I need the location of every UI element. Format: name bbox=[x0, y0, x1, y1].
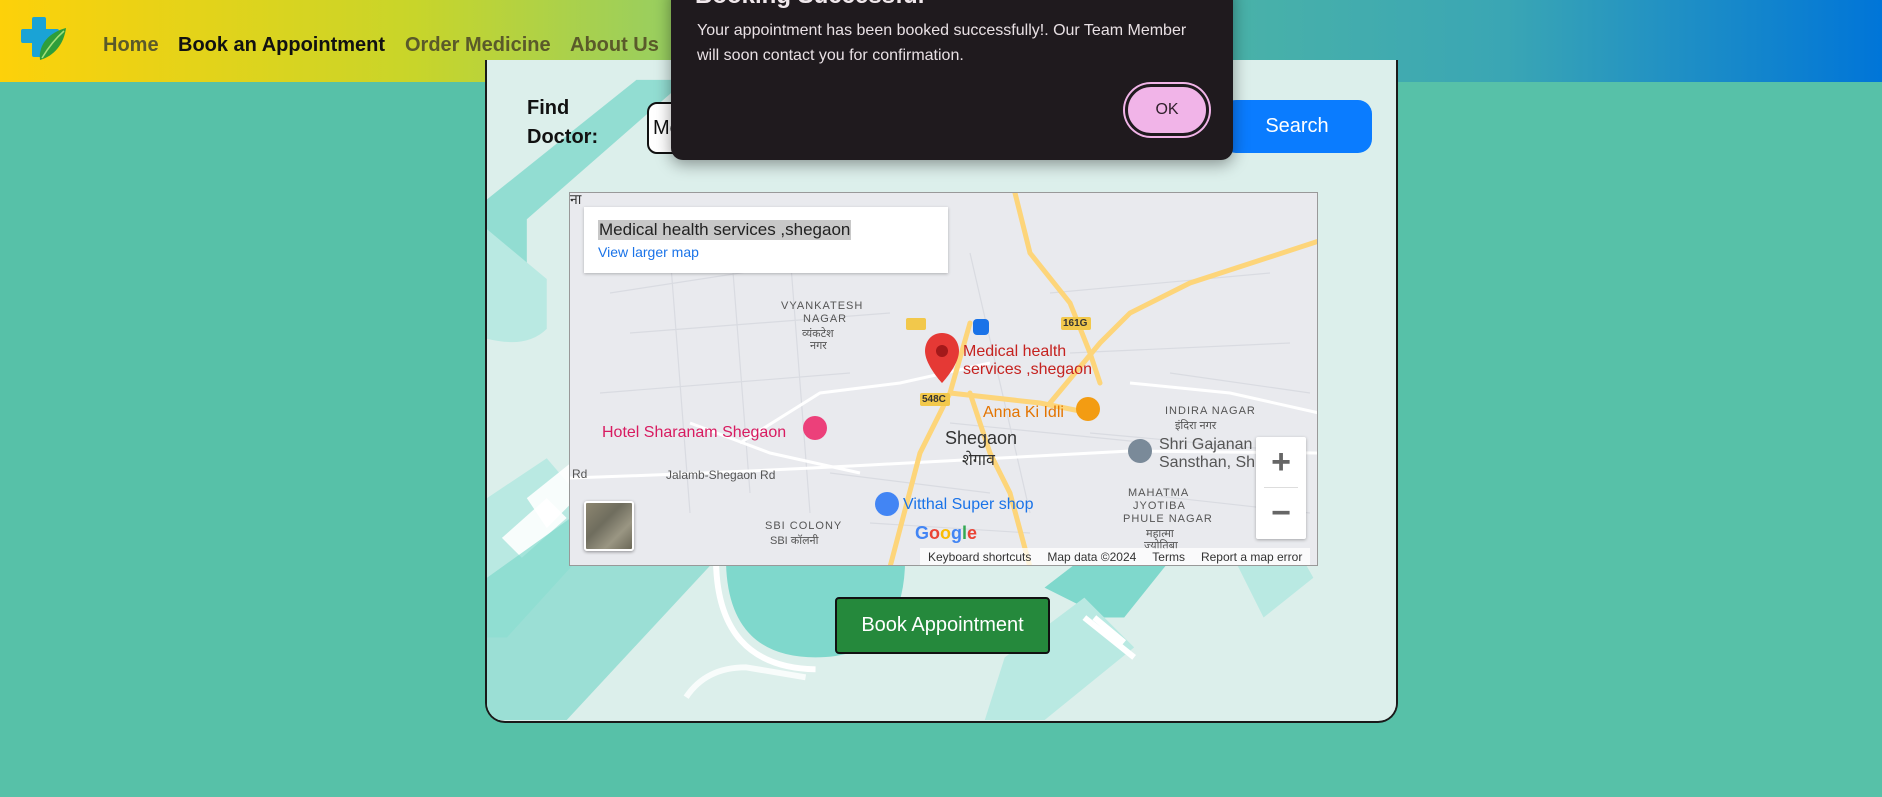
map-marker-label[interactable]: Medical health bbox=[963, 343, 1066, 361]
map-label-na: ना bbox=[570, 192, 582, 207]
book-appointment-button[interactable]: Book Appointment bbox=[835, 597, 1050, 654]
map-footer: Keyboard shortcuts Map data ©2024 Terms … bbox=[920, 548, 1311, 565]
map-label-sansthan[interactable]: Sansthan, Sh bbox=[1159, 454, 1255, 472]
map-label-road: Jalamb-Shegaon Rd bbox=[666, 468, 776, 482]
zoom-in-icon[interactable]: + bbox=[1256, 437, 1306, 488]
map-label-anna[interactable]: Anna Ki Idli bbox=[983, 404, 1064, 422]
map-label-shegaon-dev: शेगाव bbox=[962, 452, 995, 469]
map-marker-label-2[interactable]: services ,shegaon bbox=[963, 361, 1092, 379]
dialog-ok-button[interactable]: OK bbox=[1125, 84, 1209, 136]
terms-link[interactable]: Terms bbox=[1152, 550, 1185, 564]
map-label-548c: 548C bbox=[922, 394, 946, 405]
map-zoom-controls: + − bbox=[1256, 437, 1306, 539]
map-label-sbi-dev: SBI कॉलनी bbox=[770, 535, 819, 547]
map-label-hotel[interactable]: Hotel Sharanam Shegaon bbox=[602, 424, 786, 442]
map-label-shegaon: Shegaon bbox=[945, 428, 1018, 448]
medical-cross-logo-icon[interactable] bbox=[18, 14, 68, 64]
booking-success-dialog: Booking Successful Your appointment has … bbox=[671, 0, 1233, 160]
map-label-mahatma: MAHATMA bbox=[1128, 487, 1190, 499]
map-label-rd: Rd bbox=[572, 467, 588, 481]
search-button[interactable]: Search bbox=[1222, 100, 1372, 153]
map-place-card: Medical health services ,shegaon View la… bbox=[584, 207, 948, 273]
zoom-out-icon[interactable]: − bbox=[1256, 488, 1306, 539]
keyboard-shortcuts-link[interactable]: Keyboard shortcuts bbox=[928, 550, 1031, 564]
nav-home-link[interactable]: Home bbox=[103, 34, 159, 57]
nav-book-appointment-link[interactable]: Book an Appointment bbox=[178, 34, 385, 57]
map-label-161g: 161G bbox=[1063, 318, 1088, 329]
dialog-message: Your appointment has been booked success… bbox=[697, 22, 1187, 64]
map-label-gajanan[interactable]: Shri Gajanan bbox=[1159, 436, 1252, 454]
map-place-title: Medical health services ,shegaon bbox=[598, 220, 852, 240]
google-map-embed[interactable]: VYANKATESH NAGAR व्यंकटेश नगर Medical he… bbox=[569, 192, 1318, 566]
find-doctor-label: Find Doctor: bbox=[527, 97, 599, 148]
map-label-jyotiba: JYOTIBA bbox=[1133, 500, 1186, 512]
map-label-indira: INDIRA NAGAR bbox=[1165, 405, 1256, 417]
map-label-vitthal[interactable]: Vitthal Super shop bbox=[903, 496, 1033, 514]
dialog-title: Booking Successful bbox=[695, 0, 924, 10]
map-label-indira-dev: इंदिरा नगर bbox=[1175, 420, 1217, 432]
nav-about-us-link[interactable]: About Us bbox=[570, 34, 659, 57]
map-label-phule: PHULE NAGAR bbox=[1123, 513, 1213, 525]
map-label-nagar: NAGAR bbox=[803, 313, 848, 325]
zoom-divider bbox=[1264, 487, 1298, 488]
nav-order-medicine-link[interactable]: Order Medicine bbox=[405, 34, 551, 57]
map-label-sbi: SBI COLONY bbox=[765, 520, 843, 532]
satellite-toggle-button[interactable] bbox=[584, 501, 634, 551]
report-map-error-link[interactable]: Report a map error bbox=[1201, 550, 1302, 564]
google-logo: Google bbox=[915, 523, 978, 543]
map-label-nagar-dev: नगर bbox=[810, 340, 827, 352]
view-larger-map-link[interactable]: View larger map bbox=[598, 244, 699, 260]
map-label-vyankatesh: VYANKATESH bbox=[781, 300, 864, 312]
map-data-text: Map data ©2024 bbox=[1047, 550, 1137, 564]
